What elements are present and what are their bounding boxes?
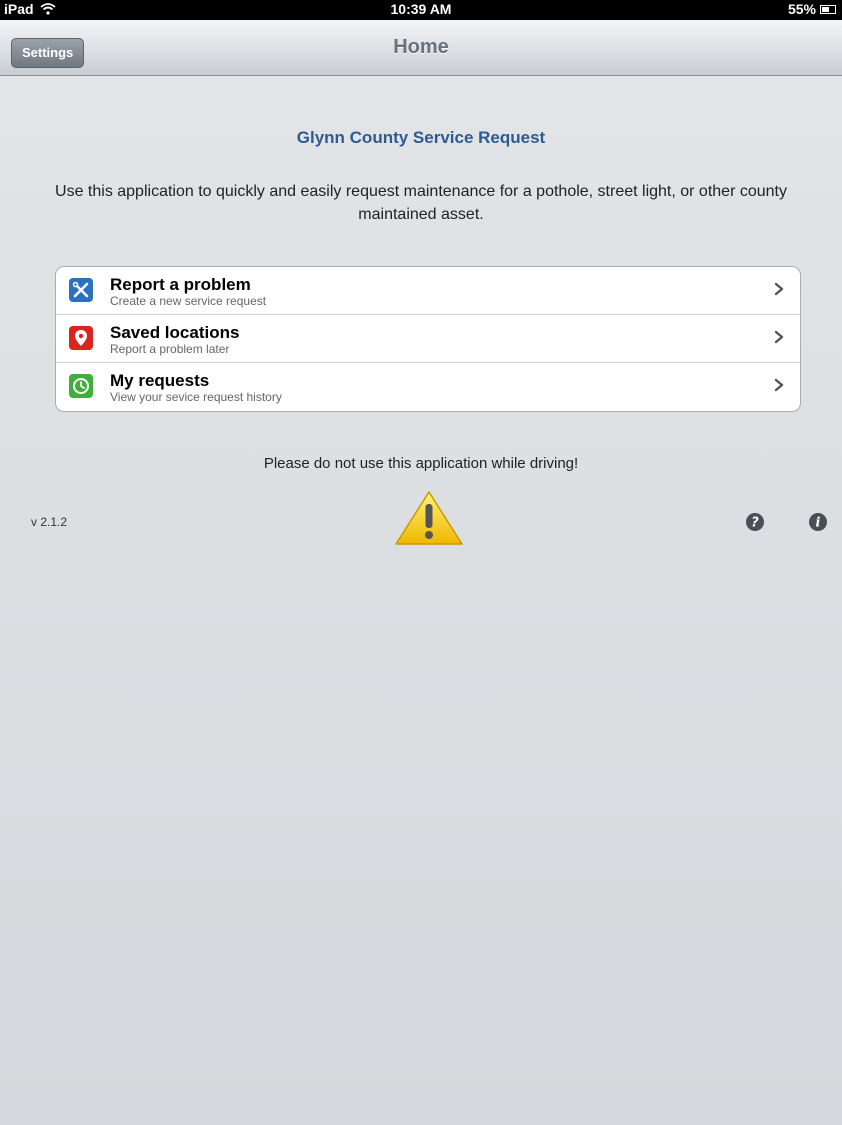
battery-percent: 55% [787, 1, 816, 17]
chevron-right-icon [774, 330, 784, 344]
warning-triangle-icon [395, 491, 463, 545]
menu-item-label: Report a problem [110, 275, 251, 294]
menu-item-report-problem[interactable]: Report a problem Create a new service re… [56, 267, 800, 315]
help-icon[interactable]: ? [745, 512, 765, 532]
menu-list: Report a problem Create a new service re… [55, 266, 801, 412]
version-label: v 2.1.2 [31, 515, 68, 529]
intro-text: Use this application to quickly and easi… [55, 183, 787, 223]
menu-item-subtitle: Report a problem later [110, 342, 230, 356]
menu-item-saved-locations[interactable]: Saved locations Report a problem later [56, 315, 800, 363]
svg-text:i: i [816, 516, 821, 531]
menu-item-subtitle: View your sevice request history [110, 390, 282, 404]
app-title: Glynn County Service Request [296, 128, 546, 147]
menu-item-label: My requests [110, 371, 210, 390]
battery-icon [820, 4, 836, 14]
driving-warning-text: Please do not use this application while… [263, 455, 579, 472]
info-icon[interactable]: i [808, 512, 828, 532]
menu-item-my-requests[interactable]: My requests View your sevice request his… [56, 363, 800, 411]
chevron-right-icon [774, 282, 784, 296]
clock-icon [69, 374, 93, 398]
nav-title: Home [393, 36, 449, 58]
status-right: 55% [788, 1, 836, 17]
status-bar: iPad 10:39 AM 55% [0, 0, 842, 20]
map-pin-icon [69, 326, 93, 350]
chevron-right-icon [774, 378, 784, 392]
status-time: 10:39 AM [390, 1, 452, 17]
tools-icon [69, 278, 93, 302]
menu-item-subtitle: Create a new service request [110, 294, 267, 308]
menu-item-label: Saved locations [110, 323, 240, 342]
navigation-bar: Settings Home [0, 20, 842, 76]
svg-text:?: ? [751, 516, 759, 531]
